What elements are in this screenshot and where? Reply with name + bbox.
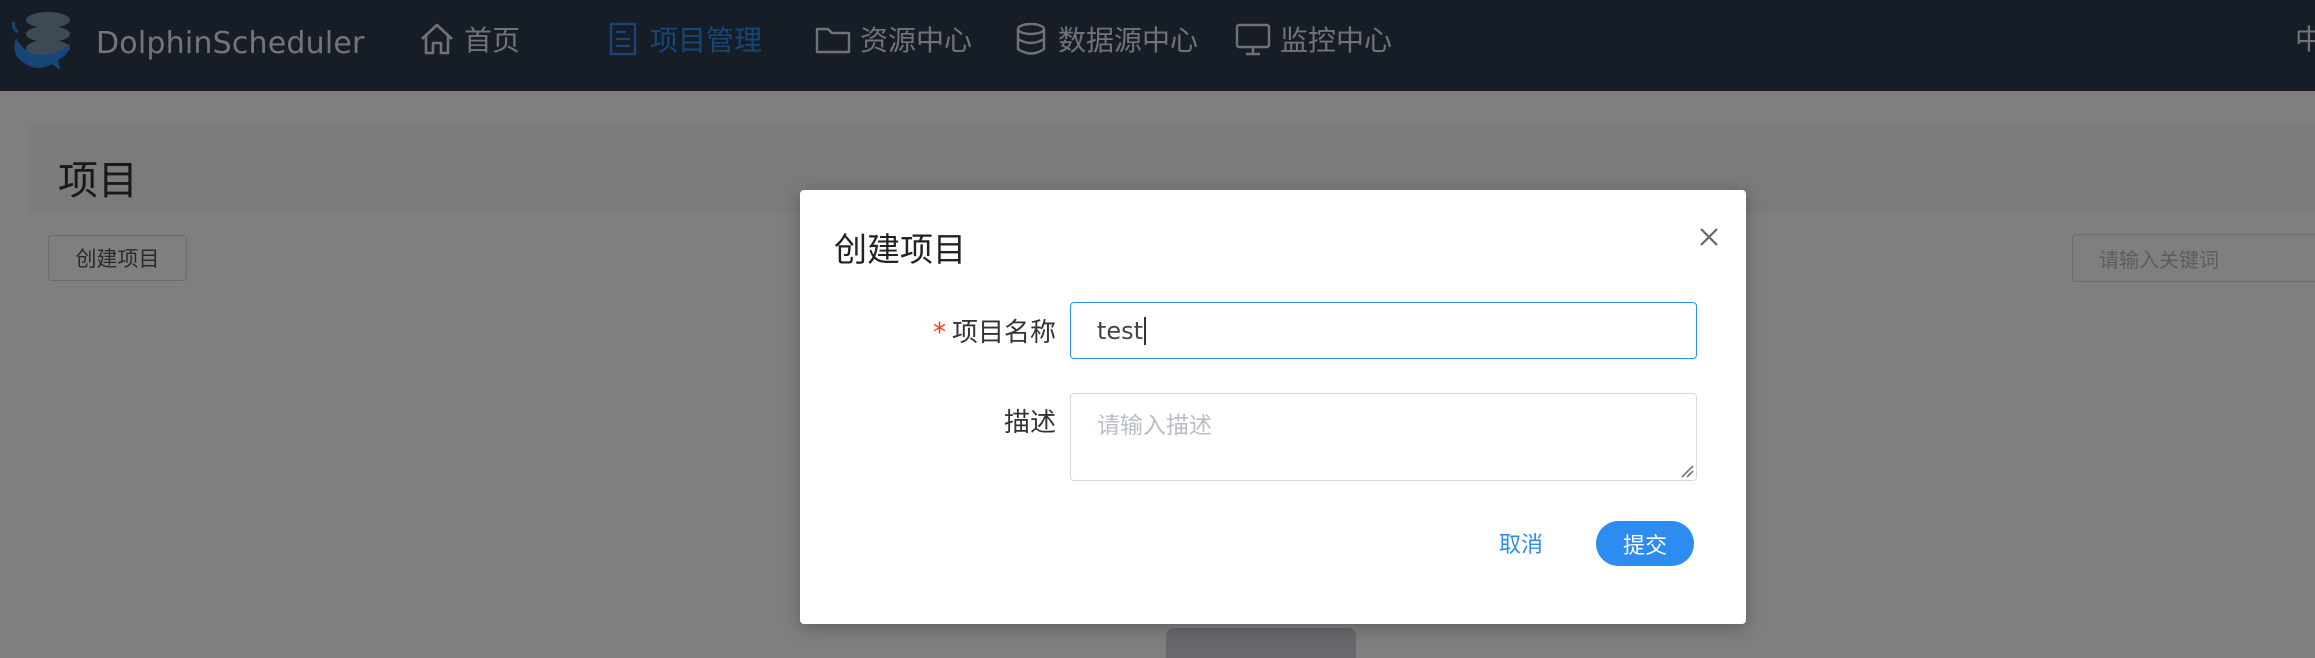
cancel-button[interactable]: 取消 [1486,521,1556,565]
project-name-value: test [1097,316,1144,345]
description-textarea[interactable]: 请输入描述 [1070,393,1697,481]
description-label: 描述 [1003,408,1056,438]
close-icon[interactable] [1694,222,1724,252]
text-caret [1144,316,1147,345]
project-name-input[interactable]: test [1070,302,1697,359]
create-project-dialog: 创建项目 * 项目名称 test 描述 请输入描述 取消 提交 [800,190,1746,624]
project-name-label-text: 项目名称 [951,318,1056,348]
resize-handle-icon[interactable] [1680,464,1694,478]
dialog-title: 创建项目 [834,230,966,269]
required-mark: * [932,318,946,348]
submit-button[interactable]: 提交 [1596,521,1694,566]
project-name-label: * 项目名称 [933,312,1056,349]
description-placeholder: 请输入描述 [1097,413,1212,439]
